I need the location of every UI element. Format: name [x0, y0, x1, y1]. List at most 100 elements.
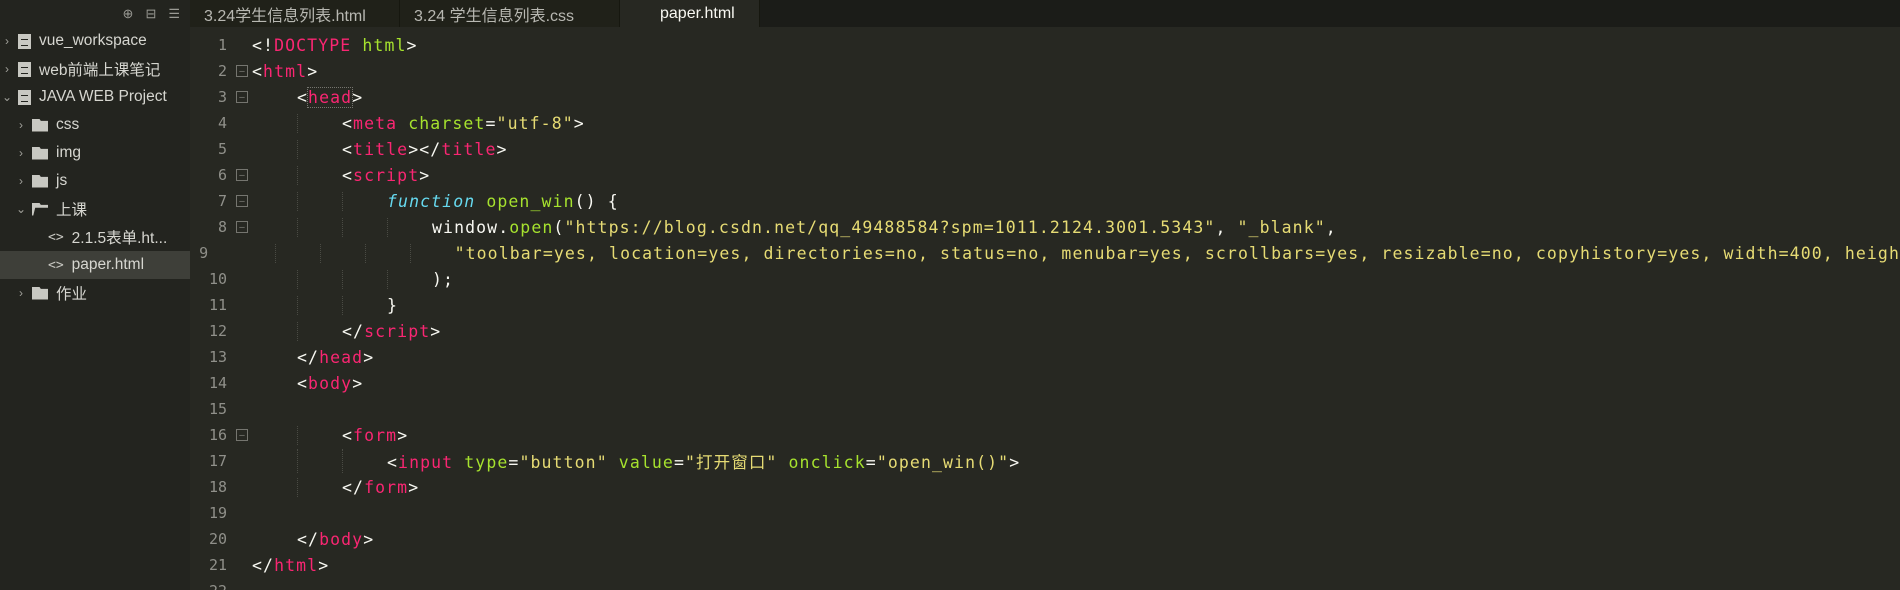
tree-item[interactable]: › css	[0, 111, 190, 139]
code-token: "button"	[519, 453, 608, 472]
chevron-right-icon[interactable]: ›	[14, 286, 28, 300]
collapse-all-icon[interactable]: ⊟	[145, 6, 156, 22]
fold-toggle-icon[interactable]: −	[236, 169, 248, 182]
code-line: 17−<input type="button" value="打开窗口" onc…	[190, 448, 1900, 474]
tree-item[interactable]: › js	[0, 167, 190, 195]
code-token: (	[553, 217, 565, 237]
editor-tab[interactable]: 3.24 学生信息列表.css	[400, 0, 620, 27]
tree-item-label: paper.html	[71, 256, 145, 273]
code-token: "打开窗口"	[685, 453, 778, 472]
code-token: >	[419, 165, 431, 185]
fold-toggle-icon[interactable]: −	[236, 429, 248, 442]
line-number: 5	[217, 140, 227, 158]
tree-item[interactable]: › vue_workspace	[0, 27, 190, 55]
fold-toggle-icon[interactable]: −	[236, 65, 248, 78]
tree-item-label: 作业	[56, 286, 88, 303]
tree-item[interactable]: ⌄ JAVA WEB Project	[0, 83, 190, 111]
tree-item[interactable]: › img	[0, 139, 190, 167]
fold-toggle-icon[interactable]: −	[236, 91, 248, 104]
code-text: "toolbar=yes, location=yes, directories=…	[226, 243, 1900, 263]
chevron-right-icon[interactable]: ›	[0, 34, 14, 48]
code-token: "_blank"	[1237, 217, 1326, 237]
code-token: <	[387, 453, 399, 472]
code-token: input	[398, 453, 454, 472]
editor-tab[interactable]: paper.html	[620, 0, 760, 27]
code-token: <	[297, 373, 309, 393]
code-text: <!DOCTYPE html>	[248, 36, 418, 55]
code-token: =	[865, 453, 877, 472]
code-line: 18−</form>	[190, 474, 1900, 500]
code-line: 20−</body>	[190, 526, 1900, 552]
code-text: <form>	[248, 425, 408, 445]
folder-icon	[32, 286, 48, 300]
code-line: 5−<title></title>	[190, 136, 1900, 162]
code-text: </body>	[248, 530, 374, 549]
code-token: =	[485, 113, 497, 133]
chevron-right-icon[interactable]: ›	[0, 62, 14, 76]
indent-guide	[342, 191, 343, 211]
line-number: 19	[208, 504, 227, 522]
code-token: </	[297, 529, 320, 549]
editor-tab[interactable]: 3.24学生信息列表.html	[190, 0, 400, 27]
indent-guide	[342, 449, 343, 473]
chevron-right-icon[interactable]: ›	[14, 174, 28, 188]
code-line: 8− window.open("https://blog.csdn.net/qq_…	[190, 214, 1900, 240]
chevron-right-icon[interactable]: ›	[14, 118, 28, 132]
indent-guide	[297, 191, 298, 211]
chevron-right-icon[interactable]: ›	[14, 146, 28, 160]
code-line: 6− <script>	[190, 162, 1900, 188]
code-line: 7− function open_win() {	[190, 188, 1900, 214]
code-line: 21−</html>	[190, 552, 1900, 578]
indent-guide	[297, 217, 298, 237]
indent-guide	[297, 425, 298, 445]
code-token: meta	[353, 113, 398, 133]
tree-item[interactable]: › 作业	[0, 279, 190, 307]
code-token: >	[430, 321, 442, 341]
indent-guide	[297, 295, 298, 315]
indent-guide	[387, 217, 388, 237]
tree-item[interactable]: <> 2.1.5表单.ht...	[0, 223, 190, 251]
code-token: >	[363, 347, 375, 367]
tree-item-label: web前端上课笔记	[39, 62, 161, 79]
line-number: 9	[199, 244, 209, 262]
code-token: );	[432, 269, 455, 289]
tree-item-label: js	[56, 172, 68, 189]
tree-item[interactable]: › web前端上课笔记	[0, 55, 190, 83]
code-line: 10−);	[190, 266, 1900, 292]
code-token: value	[618, 453, 674, 472]
code-token: >	[406, 35, 418, 55]
code-text: }	[248, 295, 399, 315]
code-line: 3− <head>	[190, 84, 1900, 110]
editor-tab-bar: 3.24学生信息列表.html 3.24 学生信息列表.css paper.html	[190, 0, 1900, 27]
line-number: 16	[208, 426, 227, 444]
code-token: <	[342, 113, 354, 133]
code-file-icon: <>	[48, 257, 64, 273]
fold-toggle-icon[interactable]: −	[236, 195, 248, 208]
line-number: 17	[208, 452, 227, 470]
code-line: 19−	[190, 500, 1900, 526]
code-text: <script>	[248, 165, 431, 185]
code-token: script	[364, 321, 431, 341]
line-number: 20	[208, 530, 227, 548]
code-token: script	[353, 165, 420, 185]
indent-guide	[274, 243, 276, 263]
line-number: 4	[217, 114, 227, 132]
code-token: type	[464, 453, 509, 472]
code-token: </	[252, 555, 275, 575]
code-token: >	[496, 139, 508, 159]
code-editor[interactable]: 1−<!DOCTYPE html>2−<html>3−<head>4−<meta…	[190, 27, 1900, 590]
locate-file-icon[interactable]: ⊕	[123, 6, 134, 22]
code-text: <meta charset="utf-8">	[248, 113, 585, 133]
code-token: form	[353, 425, 398, 445]
code-token: >	[352, 373, 364, 393]
fold-toggle-icon[interactable]: −	[236, 221, 248, 234]
chevron-down-icon[interactable]: ⌄	[14, 202, 28, 216]
tree-item[interactable]: ⌄ 上课	[0, 195, 190, 223]
code-token: }	[387, 295, 399, 315]
tree-item[interactable]: <> paper.html	[0, 251, 190, 279]
indent-guide	[342, 217, 343, 237]
sidebar-menu-icon[interactable]: ☰	[168, 6, 180, 22]
chevron-down-icon[interactable]: ⌄	[0, 90, 14, 104]
indent-guide	[297, 113, 298, 133]
code-token: <	[342, 425, 354, 445]
